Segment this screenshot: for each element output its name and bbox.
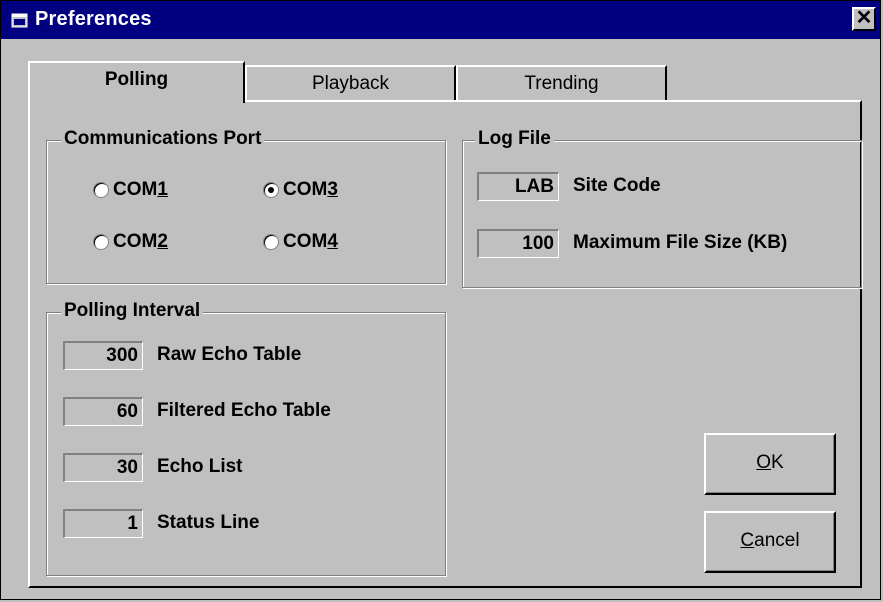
radio-com2-label: COM2 (113, 231, 168, 252)
tab-polling-label: Polling (104, 69, 169, 90)
close-button[interactable]: ✕ (852, 7, 876, 31)
communications-port-label: Communications Port (61, 128, 265, 150)
window-app-icon (11, 13, 28, 28)
filtered-echo-table-label: Filtered Echo Table (157, 400, 331, 421)
tab-trending-label: Trending (524, 73, 599, 94)
tab-trending[interactable]: Trending (456, 65, 667, 101)
radio-com3[interactable]: COM3 (263, 179, 338, 201)
radio-selected-icon (263, 182, 279, 198)
ok-button[interactable]: OK (704, 433, 836, 495)
radio-circle-icon (93, 234, 109, 250)
tab-polling[interactable]: Polling (28, 61, 245, 103)
site-code-field[interactable]: LAB (477, 172, 559, 201)
polling-interval-label: Polling Interval (61, 300, 204, 322)
filtered-echo-table-field[interactable]: 60 (63, 397, 143, 426)
radio-com4[interactable]: COM4 (263, 231, 338, 253)
max-file-size-field[interactable]: 100 (477, 229, 559, 258)
tab-playback[interactable]: Playback (245, 65, 456, 101)
close-icon: ✕ (855, 7, 873, 29)
polling-interval-group: Polling Interval 300 Raw Echo Table 60 F… (46, 300, 446, 576)
title-bar[interactable]: Preferences ✕ (1, 1, 880, 39)
cancel-label: ancel (754, 530, 800, 551)
radio-circle-icon (263, 234, 279, 250)
status-line-label: Status Line (157, 512, 260, 533)
radio-com2[interactable]: COM2 (93, 231, 168, 253)
preferences-window: Preferences ✕ Polling Playback Trending … (0, 0, 881, 600)
echo-list-field[interactable]: 30 (63, 453, 143, 482)
ok-label: K (771, 452, 784, 473)
tab-playback-label: Playback (311, 73, 390, 94)
max-file-size-label: Maximum File Size (KB) (573, 232, 788, 253)
log-file-group: Log File LAB Site Code 100 Maximum File … (462, 128, 862, 288)
echo-list-label: Echo List (157, 456, 243, 477)
site-code-label: Site Code (573, 175, 661, 196)
radio-com1-label: COM1 (113, 179, 168, 200)
cancel-mnemonic: C (740, 530, 755, 551)
cancel-button[interactable]: Cancel (704, 511, 836, 573)
radio-com4-label: COM4 (283, 231, 338, 252)
status-line-field[interactable]: 1 (63, 509, 143, 538)
ok-mnemonic: O (756, 452, 772, 473)
communications-port-group: Communications Port COM1 COM3 COM2 COM4 (46, 128, 446, 284)
radio-com3-label: COM3 (283, 179, 338, 200)
radio-circle-icon (93, 182, 109, 198)
window-title: Preferences (35, 8, 152, 30)
raw-echo-table-label: Raw Echo Table (157, 344, 302, 365)
log-file-label: Log File (475, 128, 554, 150)
radio-com1[interactable]: COM1 (93, 179, 168, 201)
raw-echo-table-field[interactable]: 300 (63, 341, 143, 370)
polling-tab-panel: Communications Port COM1 COM3 COM2 COM4 … (28, 100, 862, 588)
